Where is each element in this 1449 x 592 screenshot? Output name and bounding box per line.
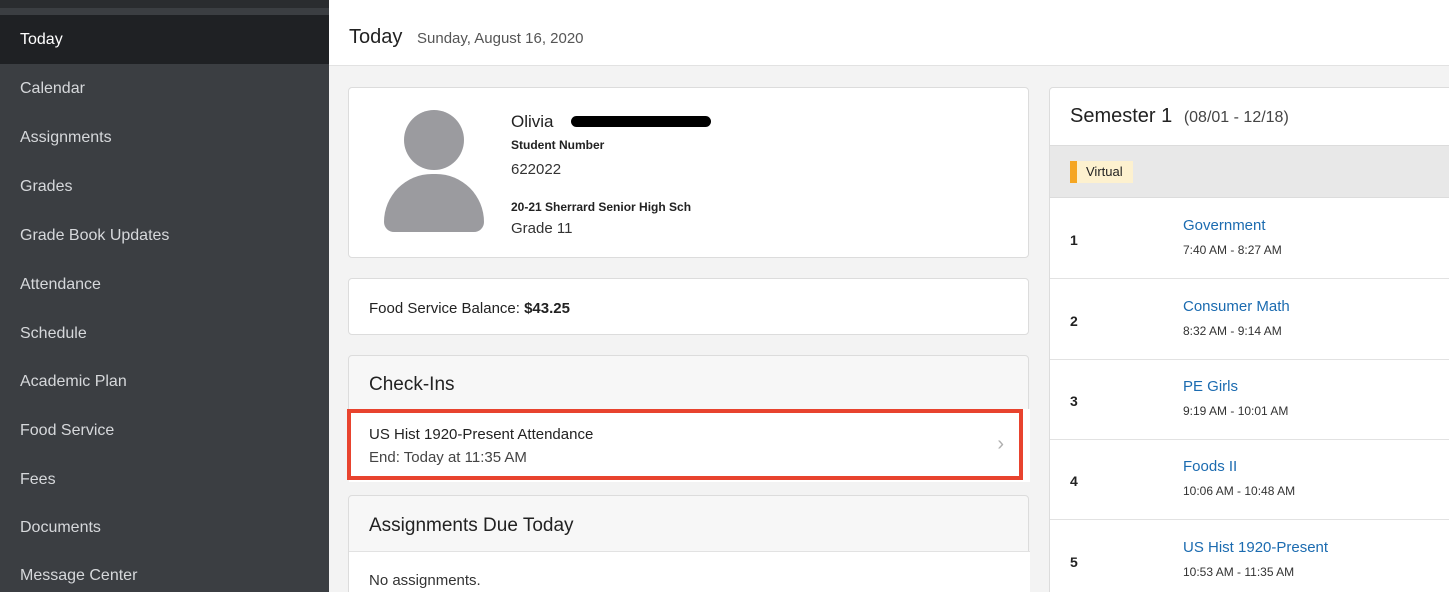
virtual-bar: Virtual [1050, 145, 1449, 198]
sidebar-item-today[interactable]: Today [0, 15, 329, 64]
assignments-empty-text: No assignments. [369, 572, 481, 589]
period-number: 5 [1070, 554, 1078, 570]
semester-title: Semester 1 [1070, 105, 1173, 127]
check-in-highlight-box [347, 409, 1023, 480]
food-balance-label: Food Service Balance: [369, 300, 520, 317]
food-balance-amount: $43.25 [524, 300, 570, 317]
period-time: 8:32 AM - 9:14 AM [1183, 324, 1282, 338]
student-name: Olivia [511, 112, 554, 131]
sidebar-item-grades[interactable]: Grades [0, 162, 329, 211]
grade-level: Grade 11 [511, 220, 573, 237]
page-title: Today [349, 26, 403, 48]
virtual-badge: Virtual [1070, 161, 1133, 183]
sidebar-item-message-center[interactable]: Message Center [0, 551, 329, 592]
sidebar-item-documents[interactable]: Documents [0, 503, 329, 552]
avatar-icon [384, 110, 484, 232]
school-name: 20-21 Sherrard Senior High Sch [511, 200, 692, 214]
period-number: 4 [1070, 473, 1078, 489]
semester-header: Semester 1 (08/01 - 12/18) [1070, 105, 1289, 128]
semester-schedule-card: Semester 1 (08/01 - 12/18) Virtual 1 Gov… [1049, 87, 1449, 592]
period-number: 3 [1070, 393, 1078, 409]
redaction-mark [571, 116, 711, 127]
food-service-balance: Food Service Balance: $43.25 [369, 300, 570, 317]
page-date: Sunday, August 16, 2020 [417, 30, 584, 47]
page-header: Today Sunday, August 16, 2020 [329, 0, 1449, 66]
period-course-link[interactable]: PE Girls [1183, 378, 1238, 395]
assignments-due-card: Assignments Due Today No assignments. [348, 495, 1030, 592]
period-course-link[interactable]: US Hist 1920-Present [1183, 539, 1328, 556]
period-row: 1 Government 7:40 AM - 8:27 AM [1050, 199, 1449, 279]
period-time: 7:40 AM - 8:27 AM [1183, 243, 1282, 257]
avatar-head-shape [404, 110, 464, 170]
period-row: 2 Consumer Math 8:32 AM - 9:14 AM [1050, 280, 1449, 360]
period-course-link[interactable]: Government [1183, 217, 1266, 234]
period-course-link[interactable]: Foods II [1183, 458, 1237, 475]
period-time: 9:19 AM - 10:01 AM [1183, 404, 1289, 418]
student-profile-card: Olivia Student Number 622022 20-21 Sherr… [348, 87, 1029, 258]
food-service-card: Food Service Balance: $43.25 [348, 278, 1029, 335]
period-number: 1 [1070, 232, 1078, 248]
semester-range: (08/01 - 12/18) [1183, 109, 1289, 126]
sidebar-item-grade-book-updates[interactable]: Grade Book Updates [0, 211, 329, 260]
period-time: 10:06 AM - 10:48 AM [1183, 484, 1296, 498]
sidebar-top-strip [0, 0, 329, 8]
assignments-due-title: Assignments Due Today [369, 515, 574, 536]
sidebar-item-assignments[interactable]: Assignments [0, 113, 329, 162]
sidebar-item-schedule[interactable]: Schedule [0, 309, 329, 358]
sidebar-item-calendar[interactable]: Calendar [0, 64, 329, 113]
avatar-body-shape [384, 174, 484, 232]
period-row: 5 US Hist 1920-Present 10:53 AM - 11:35 … [1050, 521, 1449, 592]
period-row: 3 PE Girls 9:19 AM - 10:01 AM [1050, 360, 1449, 440]
student-number-value: 622022 [511, 161, 562, 178]
check-ins-title: Check-Ins [369, 374, 455, 395]
sidebar: Today Calendar Assignments Grades Grade … [0, 0, 329, 592]
student-number-label: Student Number [511, 138, 605, 152]
period-course-link[interactable]: Consumer Math [1183, 298, 1290, 315]
period-number: 2 [1070, 313, 1078, 329]
period-row: 4 Foods II 10:06 AM - 10:48 AM [1050, 440, 1449, 520]
assignments-due-body: No assignments. [349, 551, 1030, 592]
sidebar-item-fees[interactable]: Fees [0, 455, 329, 504]
sidebar-item-attendance[interactable]: Attendance [0, 260, 329, 309]
period-time: 10:53 AM - 11:35 AM [1183, 565, 1295, 579]
sidebar-item-food-service[interactable]: Food Service [0, 406, 329, 455]
sidebar-item-academic-plan[interactable]: Academic Plan [0, 357, 329, 406]
